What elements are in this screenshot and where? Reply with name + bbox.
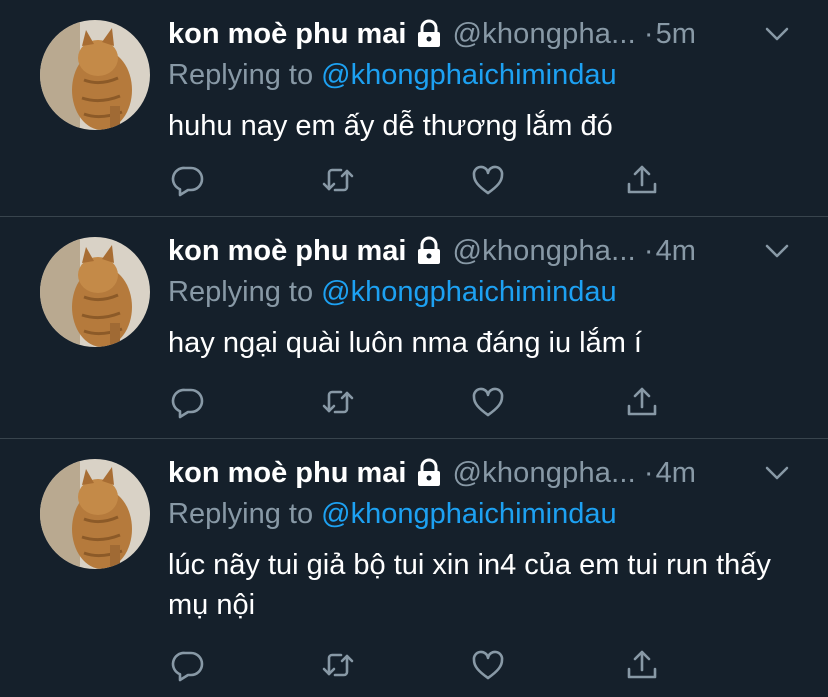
tweet-text: hay ngại quài luôn nma đáng iu lắm í (168, 327, 642, 359)
tweet[interactable]: kon moè phu mai @khongpha... · 5m Replyi… (0, 0, 828, 216)
reply-icon[interactable] (170, 384, 206, 420)
user-handle[interactable]: @khongpha... (452, 14, 635, 54)
heart-icon[interactable] (470, 647, 506, 683)
tweet[interactable]: kon moè phu mai @khongpha... · 4m Replyi… (0, 217, 828, 438)
retweet-icon[interactable] (320, 384, 356, 420)
tweet-header: kon moè phu mai @khongpha... · 5m (168, 14, 696, 54)
chevron-down-icon[interactable] (764, 24, 790, 44)
reply-icon[interactable] (170, 647, 206, 683)
replying-to: Replying to @khongphaichimindau (168, 495, 617, 533)
share-icon[interactable] (624, 647, 660, 683)
display-name[interactable]: kon moè phu mai (168, 453, 406, 493)
separator-dot: · (643, 18, 654, 50)
share-icon[interactable] (624, 384, 660, 420)
timestamp[interactable]: 4m (656, 231, 696, 271)
share-icon[interactable] (624, 162, 660, 198)
heart-icon[interactable] (470, 384, 506, 420)
replying-to-label: Replying to (168, 276, 314, 308)
tweet[interactable]: kon moè phu mai @khongpha... · 4m Replyi… (0, 439, 828, 697)
user-handle[interactable]: @khongpha... (452, 453, 635, 493)
tweet-actions (168, 162, 688, 198)
replying-to: Replying to @khongphaichimindau (168, 273, 617, 311)
cat-avatar-image (40, 20, 150, 130)
cat-avatar-image (40, 237, 150, 347)
separator-dot: · (643, 235, 654, 267)
lock-icon (416, 19, 442, 49)
avatar[interactable] (40, 237, 150, 347)
retweet-icon[interactable] (320, 647, 356, 683)
heart-icon[interactable] (470, 162, 506, 198)
timestamp[interactable]: 5m (656, 14, 696, 54)
avatar[interactable] (40, 459, 150, 569)
tweet-actions (168, 384, 688, 420)
display-name[interactable]: kon moè phu mai (168, 231, 406, 271)
cat-avatar-image (40, 459, 150, 569)
replying-to-label: Replying to (168, 498, 314, 530)
mention-link[interactable]: @khongphaichimindau (321, 276, 616, 308)
tweet-header: kon moè phu mai @khongpha... · 4m (168, 231, 696, 271)
mention-link[interactable]: @khongphaichimindau (321, 498, 616, 530)
user-handle[interactable]: @khongpha... (452, 231, 635, 271)
tweet-actions (168, 647, 688, 683)
chevron-down-icon[interactable] (764, 463, 790, 483)
retweet-icon[interactable] (320, 162, 356, 198)
replying-to-label: Replying to (168, 59, 314, 91)
lock-icon (416, 458, 442, 488)
tweet-header: kon moè phu mai @khongpha... · 4m (168, 453, 696, 493)
chevron-down-icon[interactable] (764, 241, 790, 261)
separator-dot: · (643, 457, 654, 489)
lock-icon (416, 236, 442, 266)
mention-link[interactable]: @khongphaichimindau (321, 59, 616, 91)
reply-icon[interactable] (170, 162, 206, 198)
display-name[interactable]: kon moè phu mai (168, 14, 406, 54)
tweet-thread: kon moè phu mai @khongpha... · 5m Replyi… (0, 0, 828, 697)
tweet-text: lúc nãy tui giả bộ tui xin in4 của em tu… (168, 549, 771, 621)
timestamp[interactable]: 4m (656, 453, 696, 493)
avatar[interactable] (40, 20, 150, 130)
replying-to: Replying to @khongphaichimindau (168, 56, 617, 94)
tweet-text: huhu nay em ấy dễ thương lắm đó (168, 110, 613, 142)
